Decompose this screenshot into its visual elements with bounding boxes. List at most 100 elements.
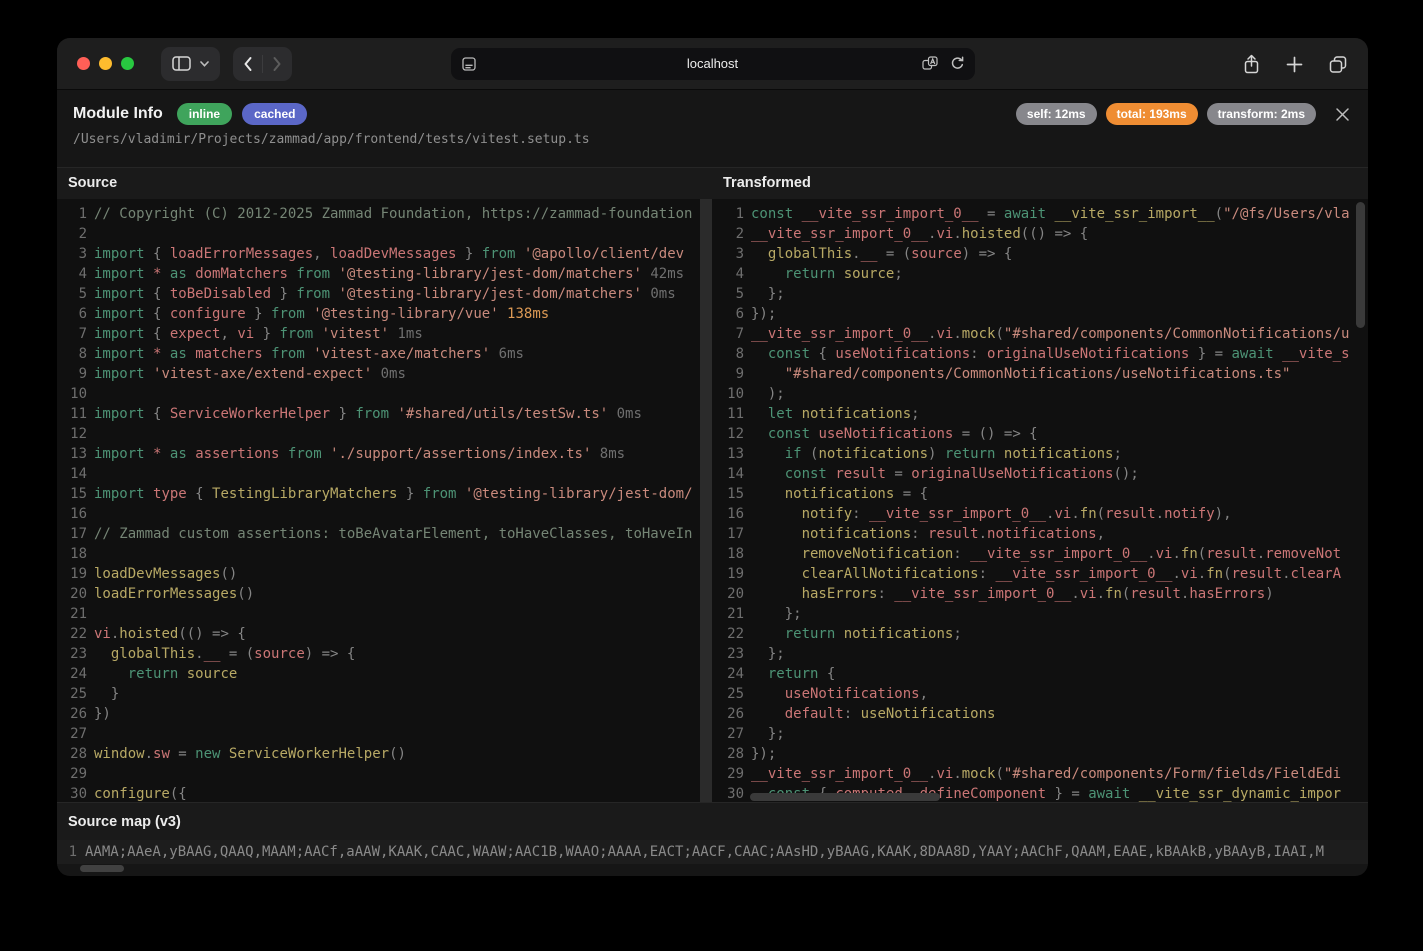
code-text: vi.hoisted(() => {: [94, 624, 246, 644]
line-number: 25: [57, 684, 87, 704]
line-number: 19: [712, 564, 744, 584]
code-text: const __vite_ssr_import_0__ = await __vi…: [751, 204, 1350, 224]
panel-divider-scrollbar[interactable]: [700, 199, 712, 802]
zoom-window-button[interactable]: [121, 57, 134, 70]
code-line: 12: [57, 424, 700, 444]
code-text: let notifications;: [751, 404, 920, 424]
code-text: import { expect, vi } from 'vitest' 1ms: [94, 324, 423, 344]
transformed-code: 1const __vite_ssr_import_0__ = await __v…: [712, 199, 1368, 802]
source-code: 1// Copyright (C) 2012-2025 Zammad Found…: [57, 199, 700, 802]
close-window-button[interactable]: [77, 57, 90, 70]
code-text: window.sw = new ServiceWorkerHelper(): [94, 744, 406, 764]
source-panel[interactable]: 1// Copyright (C) 2012-2025 Zammad Found…: [57, 199, 700, 802]
horizontal-scrollbar-thumb[interactable]: [750, 793, 940, 801]
sidebar-icon: [172, 56, 191, 71]
line-number: 16: [57, 504, 87, 524]
self-time-badge: self: 12ms: [1016, 103, 1097, 125]
code-line: 3 globalThis.__ = (source) => {: [712, 244, 1368, 264]
back-button[interactable]: [243, 56, 253, 72]
code-line: 6});: [712, 304, 1368, 324]
sidebar-toggle-button[interactable]: [161, 47, 220, 81]
code-text: __vite_ssr_import_0__.vi.mock("#shared/c…: [751, 324, 1349, 344]
line-number: 28: [712, 744, 744, 764]
code-line: 29: [57, 764, 700, 784]
url-text: localhost: [451, 56, 975, 71]
source-map-scrollbar-thumb[interactable]: [80, 865, 124, 872]
code-text: clearAllNotifications: __vite_ssr_import…: [751, 564, 1341, 584]
code-line: 20 hasErrors: __vite_ssr_import_0__.vi.f…: [712, 584, 1368, 604]
code-line: 12 const useNotifications = () => {: [712, 424, 1368, 444]
code-line: 9import 'vitest-axe/extend-expect' 0ms: [57, 364, 700, 384]
code-text: // Copyright (C) 2012-2025 Zammad Founda…: [94, 204, 692, 224]
line-number: 27: [57, 724, 87, 744]
tab-overview-icon[interactable]: [1328, 55, 1348, 74]
traffic-lights: [77, 57, 134, 70]
code-text: };: [751, 284, 785, 304]
new-tab-icon[interactable]: [1286, 56, 1303, 73]
code-line: 15 notifications = {: [712, 484, 1368, 504]
toolbar-actions: [1242, 38, 1348, 90]
line-number: 25: [712, 684, 744, 704]
forward-button[interactable]: [272, 56, 282, 72]
line-number: 30: [712, 784, 744, 802]
source-panel-title: Source: [57, 168, 712, 199]
translate-icon[interactable]: [922, 56, 938, 71]
cached-badge: cached: [242, 103, 307, 125]
code-line: 5 import { toBeDisabled } from '@testing-…: [57, 284, 700, 304]
line-number: 22: [712, 624, 744, 644]
code-text: useNotifications,: [751, 684, 928, 704]
code-line: 24 return source: [57, 664, 700, 684]
code-line: 2: [57, 224, 700, 244]
line-number: 7: [57, 324, 87, 344]
code-text: loadDevMessages(): [94, 564, 237, 584]
browser-window: localhost: [57, 38, 1368, 876]
code-line: 27 };: [712, 724, 1368, 744]
code-line: 4 return source;: [712, 264, 1368, 284]
line-number: 17: [57, 524, 87, 544]
code-line: 28window.sw = new ServiceWorkerHelper(): [57, 744, 700, 764]
line-number: 26: [712, 704, 744, 724]
code-panels: 1// Copyright (C) 2012-2025 Zammad Found…: [57, 199, 1368, 802]
source-map-line: 1 AAMA;AAeA,yBAAG,QAAQ,MAAM;AACf,aAAW,KA…: [57, 840, 1368, 864]
code-text: globalThis.__ = (source) => {: [94, 644, 355, 664]
line-number: 10: [712, 384, 744, 404]
nav-buttons: [233, 47, 292, 81]
code-text: );: [751, 384, 785, 404]
code-text: notifications: result.notifications,: [751, 524, 1105, 544]
code-text: const { useNotifications: originalUseNot…: [751, 344, 1350, 364]
line-number: 6: [57, 304, 87, 324]
minimize-window-button[interactable]: [99, 57, 112, 70]
line-number: 16: [712, 504, 744, 524]
code-line: 18 removeNotification: __vite_ssr_import…: [712, 544, 1368, 564]
line-number: 13: [712, 444, 744, 464]
line-number: 5: [57, 284, 87, 304]
code-line: 28});: [712, 744, 1368, 764]
code-text: import { ServiceWorkerHelper } from '#sh…: [94, 404, 642, 424]
line-number: 13: [57, 444, 87, 464]
code-line: 11 let notifications;: [712, 404, 1368, 424]
code-line: 27: [57, 724, 700, 744]
code-text: import * as assertions from './support/a…: [94, 444, 625, 464]
transformed-panel[interactable]: 1const __vite_ssr_import_0__ = await __v…: [712, 199, 1368, 802]
code-text: configure({: [94, 784, 187, 802]
code-text: });: [751, 744, 776, 764]
line-number: 11: [57, 404, 87, 424]
line-number: 15: [712, 484, 744, 504]
code-line: 25 }: [57, 684, 700, 704]
reload-icon[interactable]: [950, 56, 965, 71]
share-icon[interactable]: [1242, 54, 1261, 75]
code-line: 1// Copyright (C) 2012-2025 Zammad Found…: [57, 204, 700, 224]
code-text: };: [751, 604, 802, 624]
code-text: import { loadErrorMessages, loadDevMessa…: [94, 244, 684, 264]
code-text: hasErrors: __vite_ssr_import_0__.vi.fn(r…: [751, 584, 1274, 604]
address-bar[interactable]: localhost: [451, 48, 975, 80]
code-text: notifications = {: [751, 484, 928, 504]
timing-badges: self: 12ms total: 193ms transform: 2ms: [1016, 103, 1316, 125]
code-line: 29__vite_ssr_import_0__.vi.mock("#shared…: [712, 764, 1368, 784]
line-number: 29: [57, 764, 87, 784]
close-icon[interactable]: [1335, 107, 1350, 122]
code-line: 5 };: [712, 284, 1368, 304]
code-text: import { toBeDisabled } from '@testing-l…: [94, 284, 676, 304]
vertical-scrollbar-thumb[interactable]: [1356, 202, 1365, 328]
code-line: 11 import { ServiceWorkerHelper } from '#…: [57, 404, 700, 424]
